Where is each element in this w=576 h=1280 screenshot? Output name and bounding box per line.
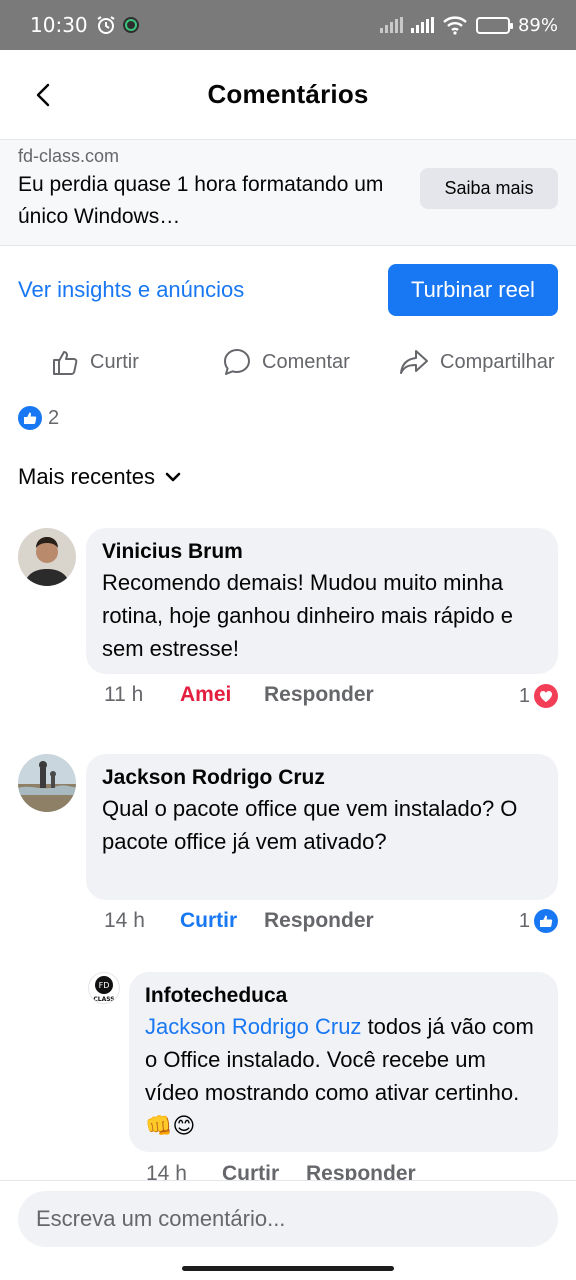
comment-author[interactable]: Vinicius Brum: [102, 538, 542, 566]
comment-item: Vinicius Brum Recomendo demais! Mudou mu…: [18, 528, 558, 718]
ad-preview[interactable]: fd-class.com Eu perdia quase 1 hora form…: [0, 140, 576, 246]
like-button[interactable]: Curtir: [50, 340, 139, 384]
svg-text:CLASS: CLASS: [93, 996, 114, 1003]
comment-meta: 14 h Curtir Responder: [146, 1162, 416, 1180]
heart-icon: [534, 684, 558, 708]
comment-input[interactable]: Escreva um comentário...: [18, 1191, 558, 1247]
signal-icon-2: [410, 17, 434, 33]
mention-link[interactable]: Jackson Rodrigo Cruz: [145, 1014, 361, 1039]
reaction-count: 2: [48, 406, 60, 429]
app-notification-icon: [122, 17, 139, 33]
sort-dropdown[interactable]: Mais recentes: [18, 464, 181, 490]
ad-headline: Eu perdia quase 1 hora formatando um úni…: [18, 173, 384, 228]
comment-composer: Escreva um comentário...: [0, 1180, 576, 1280]
comment-button[interactable]: Comentar: [222, 340, 350, 384]
header: Comentários: [0, 50, 576, 140]
signal-icon: [379, 17, 403, 33]
comment-reaction-count[interactable]: 1: [519, 909, 558, 933]
comment-time: 11 h: [104, 683, 144, 706]
view-insights-link[interactable]: Ver insights e anúncios: [18, 277, 244, 303]
comment-text: Jackson Rodrigo Cruz todos já vão com o …: [145, 1010, 542, 1142]
reply-button[interactable]: Responder: [306, 1162, 416, 1180]
chevron-left-icon: [36, 83, 50, 107]
comment-label: Comentar: [262, 350, 350, 373]
comment-meta: 11 h Amei Responder: [104, 683, 374, 707]
comment-meta: 14 h Curtir Responder: [104, 909, 374, 933]
share-button[interactable]: Compartilhar: [398, 340, 554, 384]
battery-level: 89%: [517, 14, 558, 36]
reaction-count-value: 1: [518, 909, 530, 932]
avatar[interactable]: [18, 754, 76, 812]
thumbs-up-icon: [53, 351, 78, 375]
react-button[interactable]: Curtir: [222, 1162, 306, 1180]
comment-author[interactable]: Infotecheduca: [145, 982, 542, 1010]
share-arrow-icon: [400, 350, 428, 374]
sort-label: Mais recentes: [18, 464, 155, 489]
speech-bubble-icon: [224, 349, 250, 375]
reply-comment-item: FD CLASS Infotecheduca Jackson Rodrigo Cr…: [88, 972, 558, 1180]
react-button[interactable]: Amei: [180, 683, 264, 707]
action-bar: Curtir Comentar Compartilhar: [0, 340, 576, 384]
status-icons: [96, 15, 140, 35]
wifi-icon: [443, 16, 467, 35]
reaction-count-value: 1: [518, 684, 530, 707]
avatar[interactable]: [18, 528, 76, 586]
comment-time: 14 h: [104, 909, 145, 932]
comment-author[interactable]: Jackson Rodrigo Cruz: [102, 764, 542, 792]
learn-more-button[interactable]: Saiba mais: [420, 168, 558, 209]
comment-item: Jackson Rodrigo Cruz Qual o pacote offic…: [18, 754, 558, 944]
chevron-down-icon: [165, 472, 181, 482]
like-label: Curtir: [90, 350, 139, 373]
comment-bubble[interactable]: Infotecheduca Jackson Rodrigo Cruz todos…: [129, 972, 558, 1152]
back-button[interactable]: [28, 80, 58, 110]
svg-text:FD: FD: [99, 981, 110, 990]
reaction-summary[interactable]: 2: [18, 406, 59, 430]
home-indicator[interactable]: [182, 1266, 394, 1271]
comment-bubble[interactable]: Vinicius Brum Recomendo demais! Mudou mu…: [86, 528, 558, 674]
boost-reel-button[interactable]: Turbinar reel: [388, 264, 558, 316]
ad-domain: fd-class.com: [18, 146, 120, 166]
comment-time: 14 h: [146, 1162, 187, 1180]
status-bar: 10:30 89%: [0, 0, 576, 50]
page-title: Comentários: [207, 79, 369, 109]
react-button[interactable]: Curtir: [180, 909, 264, 933]
reply-button[interactable]: Responder: [264, 683, 374, 707]
alarm-icon: [97, 16, 115, 34]
share-label: Compartilhar: [440, 350, 555, 373]
status-time: 10:30: [30, 13, 88, 37]
insights-row: Ver insights e anúncios Turbinar reel: [18, 264, 558, 316]
comment-text: Qual o pacote office que vem instalado? …: [102, 796, 518, 854]
like-reaction-icon: [18, 406, 42, 430]
like-icon: [534, 909, 558, 933]
avatar[interactable]: FD CLASS: [88, 972, 120, 1004]
battery-icon: [475, 16, 513, 34]
comment-text: Recomendo demais! Mudou muito minha roti…: [102, 570, 513, 661]
comment-bubble[interactable]: Jackson Rodrigo Cruz Qual o pacote offic…: [86, 754, 558, 900]
comment-reaction-count[interactable]: 1: [519, 684, 558, 708]
reply-button[interactable]: Responder: [264, 909, 374, 933]
